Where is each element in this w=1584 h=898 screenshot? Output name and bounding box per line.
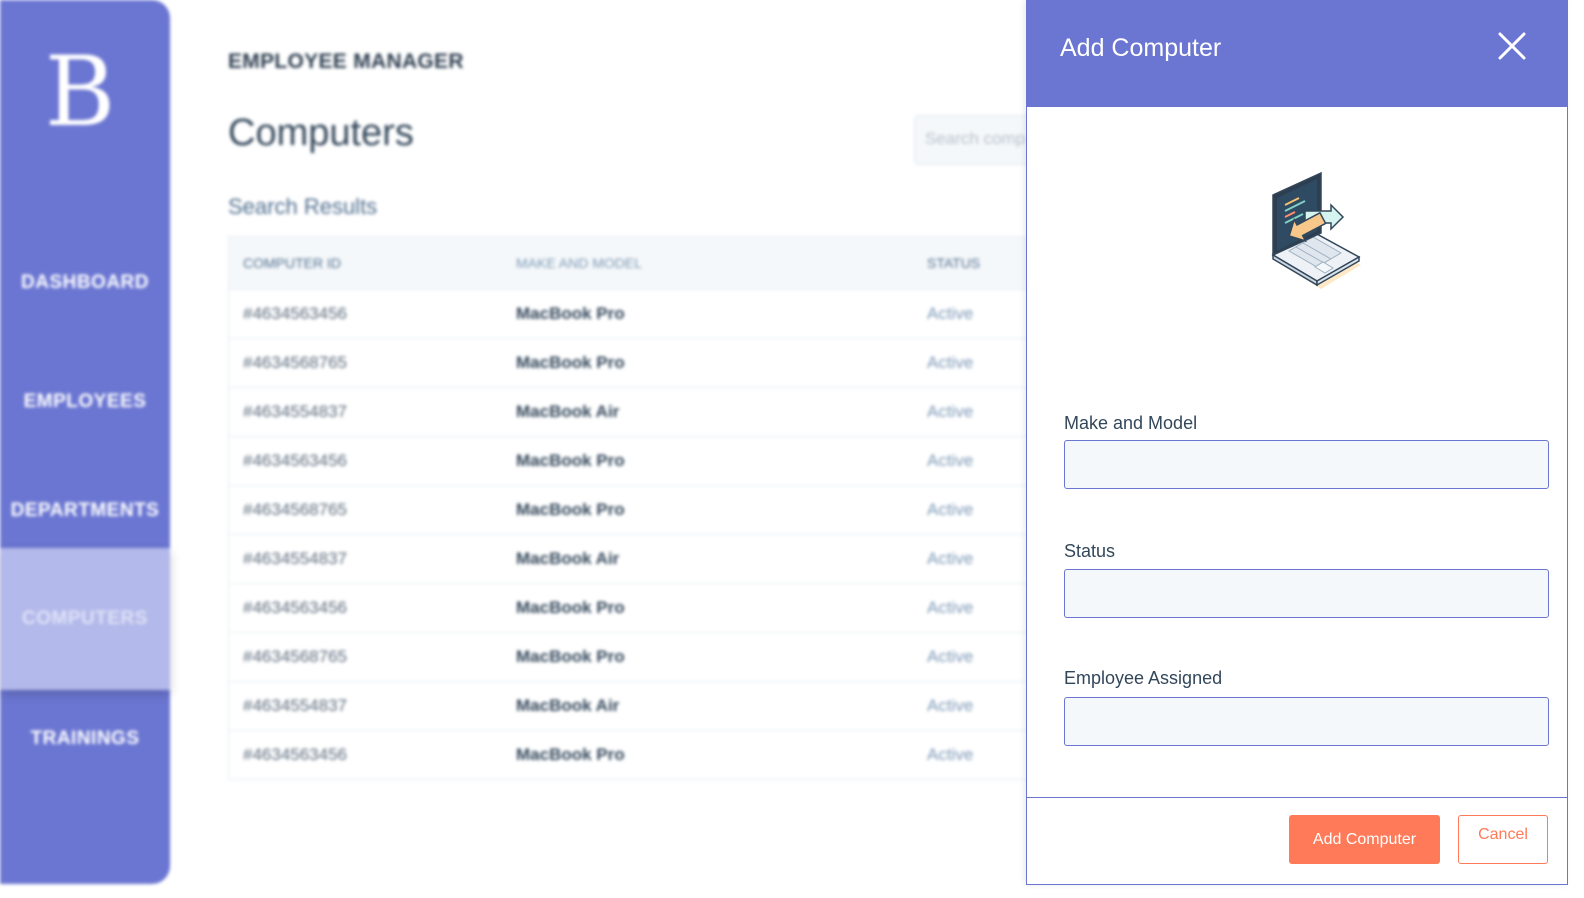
status-input[interactable] [1064, 569, 1549, 618]
make-model-label: Make and Model [1064, 413, 1198, 433]
sidebar-item-dashboard[interactable]: DASHBOARD [0, 272, 170, 294]
cell-computer-id: #4634554837 [243, 696, 348, 715]
add-computer-button[interactable]: Add Computer [1289, 815, 1440, 864]
sidebar: B DASHBOARD EMPLOYEES DEPARTMENTS COMPUT… [0, 0, 170, 884]
computers-table: COMPUTER ID MAKE AND MODEL STATUS #46345… [228, 236, 1048, 780]
employee-assigned-label: Employee Assigned [1064, 668, 1223, 688]
cell-make-model: MacBook Pro [516, 500, 625, 519]
cell-make-model: MacBook Pro [516, 598, 625, 617]
make-model-input[interactable] [1064, 440, 1549, 489]
drawer-footer: Add Computer Cancel [1027, 797, 1567, 885]
cell-computer-id: #4634554837 [243, 402, 348, 421]
page-title: Computers [228, 112, 414, 154]
table-header: COMPUTER ID MAKE AND MODEL STATUS [229, 237, 1047, 289]
cell-make-model: MacBook Pro [516, 451, 625, 470]
table-row[interactable]: #4634554837 MacBook Air Active [229, 681, 1047, 730]
table-row[interactable]: #4634563456 MacBook Pro Active [229, 289, 1047, 338]
sidebar-item-computers[interactable]: COMPUTERS [0, 548, 170, 690]
close-button[interactable] [1495, 29, 1529, 63]
cell-make-model: MacBook Air [516, 549, 620, 568]
cell-computer-id: #4634568765 [243, 500, 348, 519]
sidebar-item-trainings[interactable]: TRAININGS [0, 728, 170, 750]
cell-computer-id: #4634568765 [243, 647, 348, 666]
cell-status: Active [927, 451, 974, 470]
table-row[interactable]: #4634554837 MacBook Air Active [229, 534, 1047, 583]
cell-computer-id: #4634563456 [243, 598, 348, 617]
close-icon [1498, 32, 1526, 60]
drawer-header: Add Computer [1027, 1, 1567, 107]
cell-status: Active [927, 647, 974, 666]
table-row[interactable]: #4634568765 MacBook Pro Active [229, 338, 1047, 387]
table-row[interactable]: #4634563456 MacBook Pro Active [229, 436, 1047, 485]
cancel-button[interactable]: Cancel [1458, 815, 1548, 864]
column-header-make-model[interactable]: MAKE AND MODEL [502, 255, 913, 271]
cell-computer-id: #4634554837 [243, 549, 348, 568]
table-row[interactable]: #4634568765 MacBook Pro Active [229, 485, 1047, 534]
logo: B [44, 36, 116, 148]
cell-computer-id: #4634563456 [243, 304, 348, 323]
cell-status: Active [927, 598, 974, 617]
app-title: EMPLOYEE MANAGER [228, 50, 464, 73]
column-header-computer-id[interactable]: COMPUTER ID [229, 255, 502, 271]
cell-make-model: MacBook Pro [516, 304, 625, 323]
column-header-status[interactable]: STATUS [913, 255, 980, 271]
cell-computer-id: #4634563456 [243, 745, 348, 764]
drawer-title: Add Computer [1060, 34, 1222, 62]
results-label: Search Results [228, 194, 378, 219]
cell-status: Active [927, 500, 974, 519]
cell-status: Active [927, 549, 974, 568]
employee-assigned-input[interactable] [1064, 697, 1549, 746]
table-row[interactable]: #4634568765 MacBook Pro Active [229, 632, 1047, 681]
cell-make-model: MacBook Pro [516, 647, 625, 666]
cell-make-model: MacBook Air [516, 696, 620, 715]
cell-make-model: MacBook Air [516, 402, 620, 421]
table-row[interactable]: #4634563456 MacBook Pro Active [229, 583, 1047, 632]
table-body: #4634563456 MacBook Pro Active #4634568765 M… [229, 289, 1047, 779]
cell-make-model: MacBook Pro [516, 353, 625, 372]
table-row[interactable]: #4634563456 MacBook Pro Active [229, 730, 1047, 779]
cell-status: Active [927, 696, 974, 715]
add-computer-drawer: Add Computer Make and Model Status Emplo… [1026, 0, 1568, 885]
cell-computer-id: #4634568765 [243, 353, 348, 372]
cell-status: Active [927, 353, 974, 372]
status-label: Status [1064, 541, 1116, 561]
cell-status: Active [927, 304, 974, 323]
cell-computer-id: #4634563456 [243, 451, 348, 470]
sidebar-item-departments[interactable]: DEPARTMENTS [0, 500, 170, 522]
main-content: EMPLOYEE MANAGER Computers Search comp S… [228, 0, 1114, 898]
laptop-transfer-icon [1271, 171, 1361, 289]
cell-status: Active [927, 745, 974, 764]
sidebar-item-employees[interactable]: EMPLOYEES [0, 391, 170, 413]
table-row[interactable]: #4634554837 MacBook Air Active [229, 387, 1047, 436]
cell-status: Active [927, 402, 974, 421]
cell-make-model: MacBook Pro [516, 745, 625, 764]
